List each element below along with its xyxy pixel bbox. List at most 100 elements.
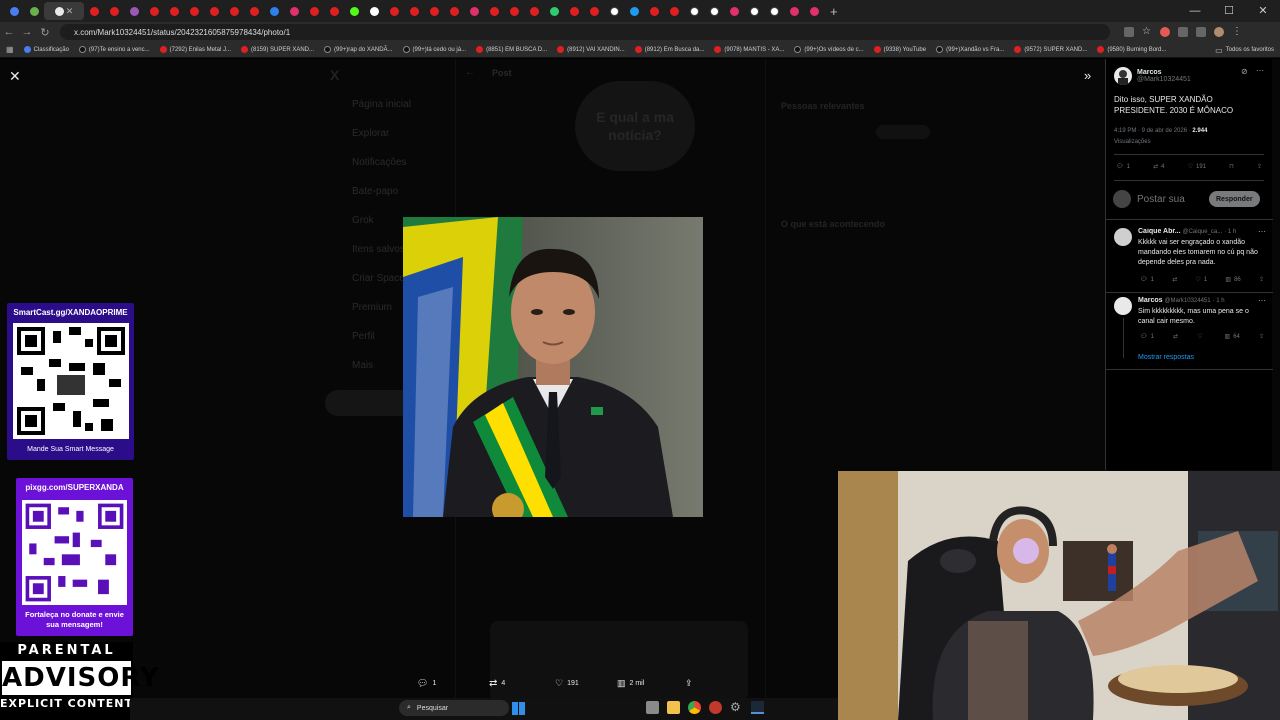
browser-tab[interactable] [804, 2, 824, 20]
browser-tab[interactable] [484, 2, 504, 20]
browser-tab[interactable] [584, 2, 604, 20]
browser-tab[interactable] [124, 2, 144, 20]
reply-time[interactable]: · 1 h [1224, 229, 1236, 235]
bookmark-item[interactable]: (97)Te ensino a venc... [78, 46, 150, 53]
profile-avatar-icon[interactable] [1214, 27, 1224, 37]
browser-tab[interactable] [504, 2, 524, 20]
browser-tab[interactable] [464, 2, 484, 20]
reply-like-stat[interactable]: ♡ [1197, 333, 1205, 340]
chrome-icon[interactable] [688, 701, 701, 714]
reply-reply-stat[interactable]: 💬︎ 1 [1140, 333, 1154, 341]
browser-tab[interactable] [644, 2, 664, 20]
reply-author-name[interactable]: Marcos [1138, 297, 1163, 304]
sidepanel-icon[interactable] [1196, 27, 1206, 37]
forward-icon[interactable]: → [18, 26, 36, 38]
browser-tab[interactable] [384, 2, 404, 20]
bookmark-item[interactable]: (8851) EM BUSCA D... [476, 46, 547, 53]
bookmark-item[interactable]: (9338) YouTube [873, 46, 926, 53]
close-window-icon[interactable]: ✕ [1246, 0, 1280, 22]
reply-share-stat[interactable]: ⇪ [1259, 333, 1264, 340]
post-reply-stat[interactable]: 💬︎ 1 [1116, 163, 1130, 171]
reply-share-stat[interactable]: ⇪ [1259, 276, 1264, 283]
bookmark-item[interactable]: (8912) Em Busca da... [634, 46, 704, 53]
browser-tab[interactable] [244, 2, 264, 20]
browser-tab[interactable] [784, 2, 804, 20]
minimize-icon[interactable]: — [1178, 0, 1212, 22]
reply-author-handle[interactable]: @Caique_ca... [1182, 229, 1222, 235]
bookmark-item[interactable]: (7292) Enilas Metal J... [159, 46, 231, 53]
reply-views-stat[interactable]: ▥ 64 [1225, 333, 1240, 341]
bookmark-item[interactable]: (8159) SUPER XAND... [240, 46, 314, 53]
install-app-icon[interactable] [1124, 27, 1134, 37]
steam-icon[interactable] [751, 701, 764, 714]
browser-tab[interactable] [184, 2, 204, 20]
browser-tab[interactable] [624, 2, 644, 20]
post-author-name[interactable]: Marcos [1137, 69, 1191, 76]
browser-tab[interactable] [284, 2, 304, 20]
bookmark-star-icon[interactable]: ☆ [1142, 27, 1152, 37]
reply-author-name[interactable]: Caique Abr... [1138, 228, 1181, 235]
extensions-puzzle-icon[interactable] [1178, 27, 1188, 37]
browser-tab[interactable] [144, 2, 164, 20]
avatar[interactable] [1114, 67, 1132, 85]
views-action[interactable]: ▥ 2 mil [617, 678, 685, 689]
browser-tab[interactable] [564, 2, 584, 20]
browser-tab[interactable] [524, 2, 544, 20]
reply-more-icon[interactable]: ⋯ [1258, 296, 1266, 305]
browser-tab[interactable] [704, 2, 724, 20]
reply-action[interactable]: 💬︎ 1 [417, 678, 489, 689]
reply-views-stat[interactable]: ▥ 86 [1225, 276, 1240, 284]
browser-tab[interactable] [104, 2, 124, 20]
extension-icon[interactable] [1160, 27, 1170, 37]
menu-kebab-icon[interactable]: ⋮ [1232, 27, 1242, 37]
browser-tab[interactable] [424, 2, 444, 20]
browser-tab[interactable] [664, 2, 684, 20]
settings-gear-icon[interactable]: ⚙ [730, 701, 743, 714]
browser-tab[interactable] [364, 2, 384, 20]
post-photo[interactable] [403, 217, 703, 517]
more-options-icon[interactable]: ⋯ [1256, 66, 1264, 75]
maximize-icon[interactable]: ☐ [1212, 0, 1246, 22]
reply-input[interactable] [1137, 193, 1203, 205]
browser-tab[interactable] [764, 2, 784, 20]
browser-tab[interactable] [724, 2, 744, 20]
back-icon[interactable]: ← [0, 26, 18, 38]
browser-tab[interactable] [84, 2, 104, 20]
reply-button[interactable]: Responder [1209, 191, 1260, 207]
bookmark-item[interactable]: (99+)Os vídeos de c... [794, 46, 864, 53]
bookmark-item[interactable]: (8912) VAI XANDIN... [557, 46, 625, 53]
apps-grid-icon[interactable]: ▦ [6, 45, 14, 54]
browser-tab[interactable] [24, 2, 44, 20]
close-viewer-icon[interactable]: ✕ [9, 68, 21, 85]
browser-tab[interactable] [684, 2, 704, 20]
browser-tab[interactable] [404, 2, 424, 20]
reply-avatar[interactable] [1114, 297, 1132, 315]
reply-reply-stat[interactable]: 💬︎ 1 [1140, 276, 1154, 284]
browser-tab[interactable] [444, 2, 464, 20]
post-time[interactable]: 4:19 PM · 9 de abr de 2026 · [1114, 128, 1191, 134]
show-replies-link[interactable]: Mostrar respostas [1138, 354, 1194, 361]
file-explorer-icon[interactable] [667, 701, 680, 714]
browser-tab[interactable] [604, 2, 624, 20]
reply-author-handle[interactable]: @Mark10324451 [1164, 298, 1210, 304]
task-view-icon[interactable] [646, 701, 659, 714]
reload-icon[interactable]: ↻ [36, 26, 54, 39]
bookmark-item[interactable]: (9580) Burning Bord... [1097, 46, 1166, 53]
browser-tab[interactable] [4, 2, 24, 20]
post-bookmark-stat[interactable]: ⊓ [1229, 163, 1234, 170]
like-action[interactable]: ♡ 191 [555, 678, 617, 689]
reply-repost-stat[interactable]: ⇄ [1173, 333, 1178, 340]
bookmark-item[interactable]: (9572) SUPER XAND... [1014, 46, 1087, 53]
new-tab-button[interactable]: + [830, 4, 838, 19]
post-repost-stat[interactable]: ⇄ 4 [1153, 163, 1164, 171]
reply-like-stat[interactable]: ♡ 1 [1195, 276, 1207, 284]
address-bar[interactable]: x.com/Mark10324451/status/20423216058759… [60, 24, 1110, 40]
bookmark-item[interactable]: (9078) MANTIS - XA... [714, 46, 784, 53]
browser-tab[interactable] [324, 2, 344, 20]
my-avatar[interactable] [1113, 190, 1131, 208]
tab-close-icon[interactable]: ✕ [66, 6, 74, 17]
browser-tab[interactable] [204, 2, 224, 20]
browser-tab[interactable] [304, 2, 324, 20]
browser-tab[interactable] [344, 2, 364, 20]
share-action[interactable]: ⇪ [685, 678, 693, 689]
